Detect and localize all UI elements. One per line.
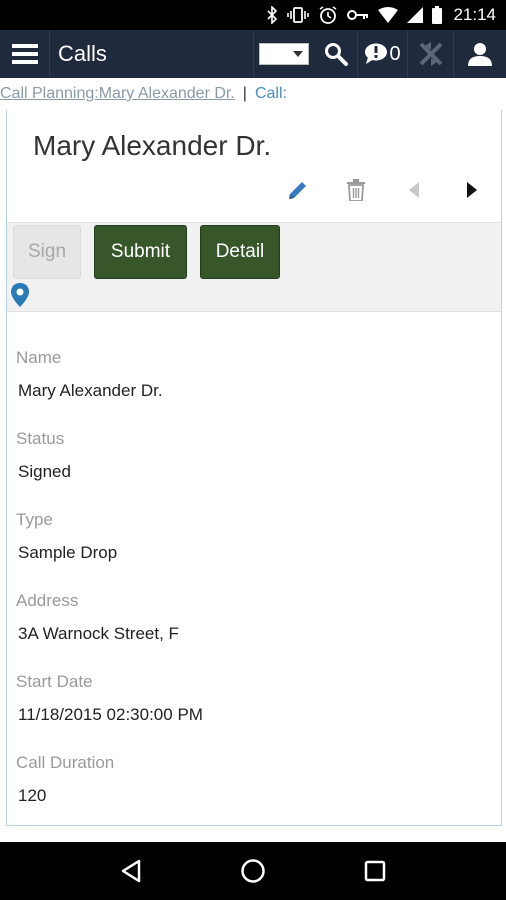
vibrate-icon [287,5,310,25]
next-button[interactable] [443,172,501,208]
field-status: Status Signed [16,423,486,504]
sync-icon [419,42,442,66]
wifi-icon [378,5,399,25]
edit-icon [289,182,306,199]
field-address: Address 3A Warnock Street, F [16,585,486,666]
message-icon [365,43,388,64]
record-actions [269,172,501,208]
sync-button[interactable] [408,30,454,78]
location-pin-icon[interactable] [11,283,29,307]
field-value: Signed [18,462,71,481]
record-card: Mary Alexander Dr. Sign Submit Detail Na… [6,110,502,826]
field-start-date: Start Date 11/18/2015 02:30:00 PM [16,666,486,747]
messages-button[interactable]: 0 [358,30,408,78]
recents-icon [364,860,386,882]
view-select[interactable] [254,30,314,78]
previous-icon [409,182,419,198]
submit-button[interactable]: Submit [94,225,187,279]
field-label: Address [16,591,79,610]
record-title: Mary Alexander Dr. [33,130,272,161]
search-button[interactable] [314,30,358,78]
next-icon [467,182,477,198]
field-label: Start Date [16,672,93,691]
detail-button[interactable]: Detail [200,225,280,279]
field-value: Sample Drop [18,543,118,562]
menu-icon [11,44,38,64]
view-select-dropdown[interactable] [259,43,309,65]
edit-button[interactable] [269,172,327,208]
field-label: Type [16,510,53,529]
field-call-duration: Call Duration 120 [16,747,486,828]
battery-icon [432,5,443,25]
field-label: Name [16,348,62,367]
field-value: Mary Alexander Dr. [18,381,163,400]
back-button[interactable] [111,851,151,891]
signal-icon [407,5,424,25]
system-nav-bar [0,842,506,900]
previous-button[interactable] [385,172,443,208]
alarm-icon [318,5,338,25]
field-value: 120 [18,786,47,805]
action-button-bar: Sign Submit Detail [7,222,501,312]
field-value: 11/18/2015 02:30:00 PM [18,705,203,724]
message-count: 0 [389,42,401,65]
back-icon [121,859,141,883]
user-button[interactable] [454,30,506,78]
user-icon [468,43,492,66]
search-icon [324,43,348,66]
bluetooth-icon [266,5,278,25]
page-title: Calls [50,30,254,78]
sign-button[interactable]: Sign [13,225,81,279]
menu-button[interactable] [0,30,50,78]
field-value: 3A Warnock Street, F [18,624,179,643]
home-icon [241,859,265,883]
key-icon [347,5,369,25]
recents-button[interactable] [355,851,395,891]
app-header: Calls 0 [0,30,506,78]
breadcrumb: Call Planning:Mary Alexander Dr. | Call: [0,83,287,105]
breadcrumb-separator: | [242,85,247,102]
field-type: Type Sample Drop [16,504,486,585]
field-label: Call Duration [16,753,115,772]
breadcrumb-parent-link[interactable]: Call Planning:Mary Alexander Dr. [0,85,235,103]
delete-button[interactable] [327,172,385,208]
status-bar: 21:14 [0,0,506,30]
clock: 21:14 [453,5,496,24]
field-name: Name Mary Alexander Dr. [16,342,486,423]
delete-icon [347,179,365,201]
record-fields: Name Mary Alexander Dr. Status Signed Ty… [16,342,486,828]
home-button[interactable] [233,851,273,891]
breadcrumb-current[interactable]: Call: [255,85,287,103]
field-label: Status [16,429,65,448]
